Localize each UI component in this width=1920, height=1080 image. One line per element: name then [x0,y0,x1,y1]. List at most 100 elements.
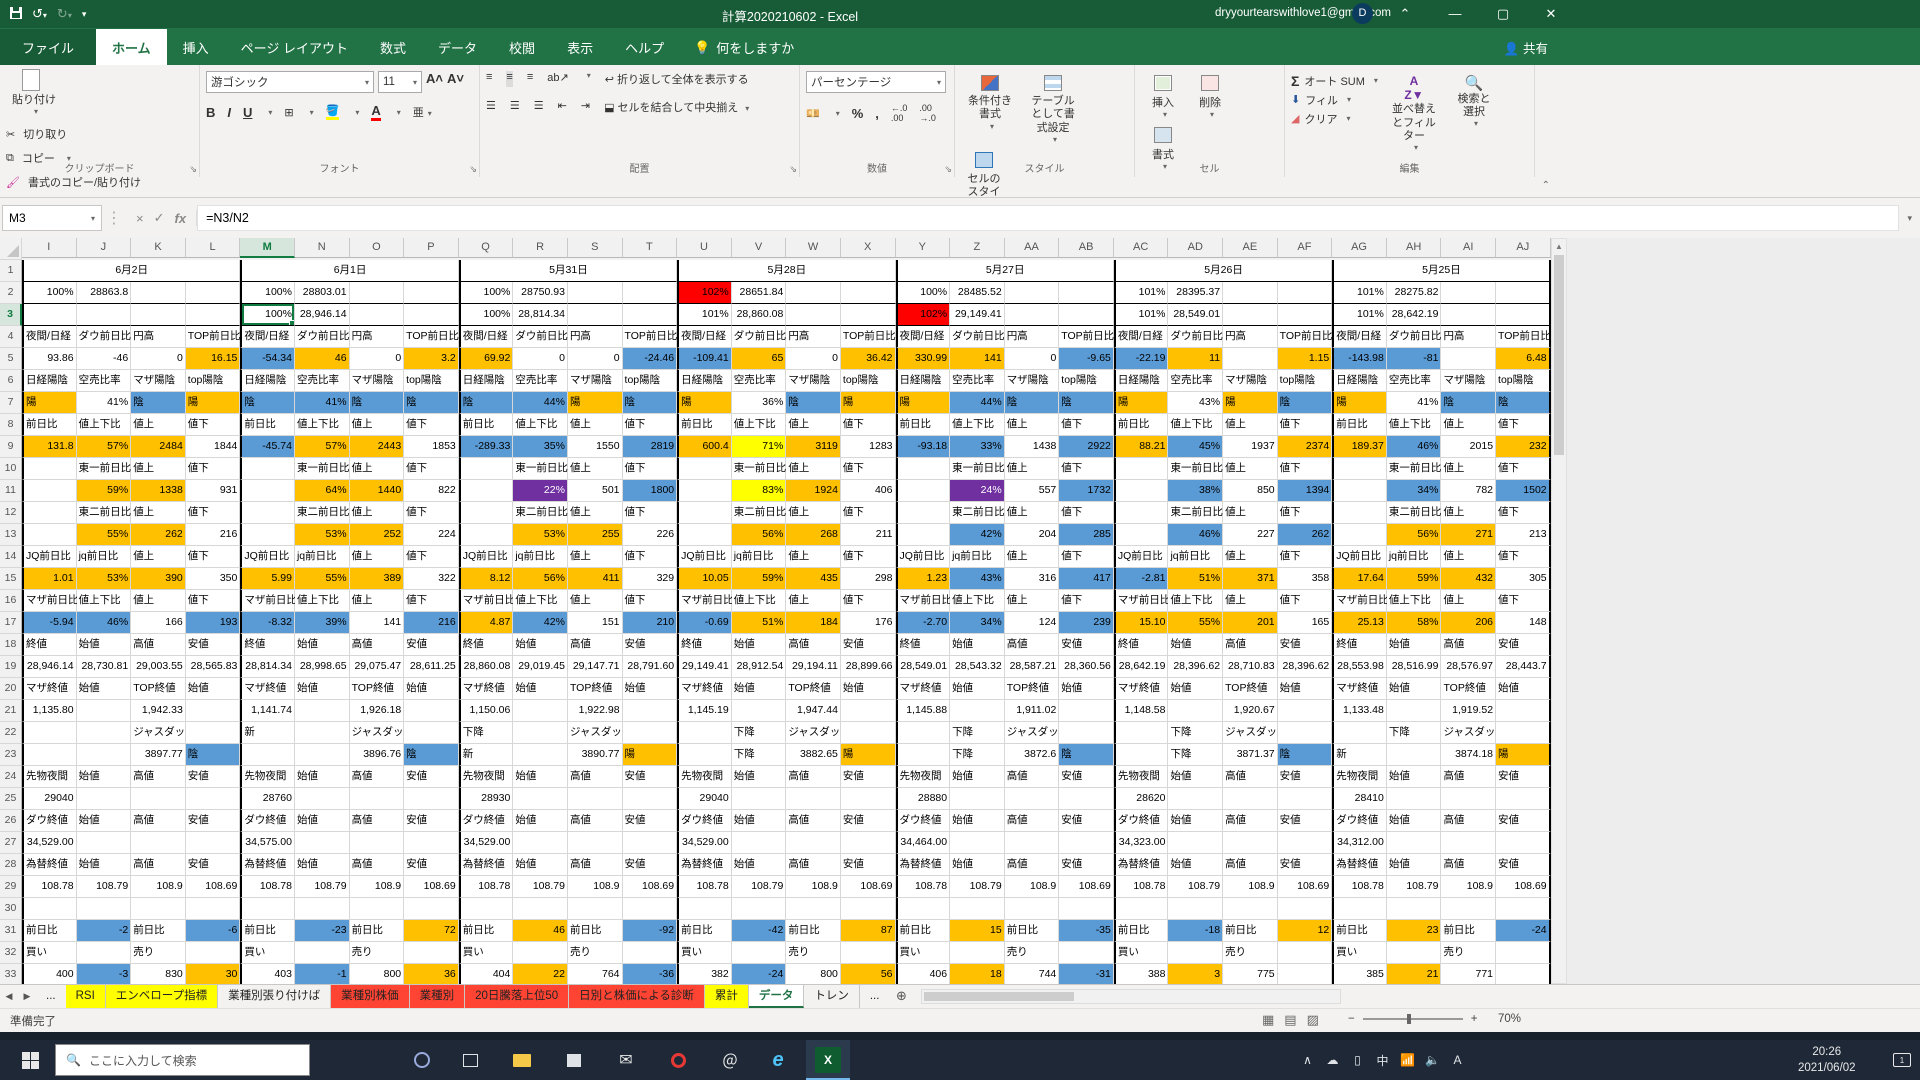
cell-X26[interactable]: 安値 [841,810,896,832]
cell-AA31[interactable]: 前日比 [1005,920,1060,942]
cell-W30[interactable] [786,898,841,920]
collapse-ribbon-icon[interactable]: ⌃ [1542,180,1550,191]
cell-AB23[interactable]: 陰 [1059,744,1114,766]
cell-AC23[interactable] [1114,744,1169,766]
cell-R7[interactable]: 44% [513,392,568,414]
cell-L28[interactable]: 安値 [186,854,241,876]
cell-U17[interactable]: -0.69 [677,612,732,634]
cell-R18[interactable]: 始値 [513,634,568,656]
cell-AD19[interactable]: 28,396.62 [1168,656,1223,678]
cell-U11[interactable] [677,480,732,502]
cell-L22[interactable] [186,722,241,744]
cell-AJ26[interactable]: 安値 [1496,810,1551,832]
underline-button[interactable]: U [243,105,252,120]
cell-N6[interactable]: 空売比率 [295,370,350,392]
cell-Z9[interactable]: 33% [950,436,1005,458]
cell-AH13[interactable]: 56% [1387,524,1442,546]
align-middle-icon[interactable]: ≡ [506,71,512,87]
cell-AE28[interactable]: 高値 [1223,854,1278,876]
cell-R6[interactable]: 空売比率 [513,370,568,392]
delete-cells-button[interactable]: 削除▾ [1188,71,1232,123]
cell-V7[interactable]: 36% [732,392,787,414]
cell-L26[interactable]: 安値 [186,810,241,832]
cell-W10[interactable]: 値上 [786,458,841,480]
cell-I3[interactable] [22,304,77,326]
zoom-slider[interactable] [1363,1018,1463,1020]
cell-J20[interactable]: 始値 [77,678,132,700]
cell-T23[interactable]: 陽 [623,744,678,766]
cell-N8[interactable]: 値上下比 [295,414,350,436]
cell-AC33[interactable]: 388 [1114,964,1169,986]
cell-O29[interactable]: 108.9 [350,876,405,898]
cell-AE20[interactable]: TOP終値 [1223,678,1278,700]
align-center-icon[interactable]: ☰ [510,99,520,115]
cell-Y27[interactable]: 34,464.00 [896,832,951,854]
cell-AF27[interactable] [1278,832,1333,854]
cell-J27[interactable] [77,832,132,854]
cell-AD24[interactable]: 始値 [1168,766,1223,788]
column-header-AJ[interactable]: AJ [1496,238,1551,258]
cortana-icon[interactable] [400,1040,444,1080]
cell-X30[interactable] [841,898,896,920]
cell-N27[interactable] [295,832,350,854]
cell-K33[interactable]: 830 [131,964,186,986]
cell-X25[interactable] [841,788,896,810]
sort-filter-button[interactable]: AZ▼ 並べ替えとフィルター▾ [1381,71,1447,157]
sheet-tab-業種別[interactable]: 業種別 [410,985,466,1008]
cell-Y21[interactable]: 1,145.88 [896,700,951,722]
normal-view-icon[interactable]: ▦ [1262,1012,1274,1028]
cell-S11[interactable]: 501 [568,480,623,502]
cell-J24[interactable]: 始値 [77,766,132,788]
cell-R8[interactable]: 値上下比 [513,414,568,436]
cell-T32[interactable] [623,942,678,964]
cell-K20[interactable]: TOP終値 [131,678,186,700]
cell-L23[interactable]: 陰 [186,744,241,766]
cell-R14[interactable]: jq前日比 [513,546,568,568]
row-header-13[interactable]: 13 [0,524,22,546]
align-right-icon[interactable]: ☰ [534,99,544,115]
cell-U10[interactable] [677,458,732,480]
row-header-1[interactable]: 1 [0,260,22,282]
cell-N7[interactable]: 41% [295,392,350,414]
cell-I4[interactable]: 夜間/日経 [22,326,77,348]
cell-Q31[interactable]: 前日比 [459,920,514,942]
cell-AC2[interactable]: 101% [1114,282,1169,304]
cell-I24[interactable]: 先物夜間 [22,766,77,788]
column-header-AB[interactable]: AB [1059,238,1114,258]
cell-I23[interactable] [22,744,77,766]
cell-S5[interactable]: 0 [568,348,623,370]
cell-Q28[interactable]: 為替終値 [459,854,514,876]
cell-K11[interactable]: 1338 [131,480,186,502]
cell-S3[interactable] [568,304,623,326]
cell-V11[interactable]: 83% [732,480,787,502]
cell-S24[interactable]: 高値 [568,766,623,788]
row-header-12[interactable]: 12 [0,502,22,524]
cell-O4[interactable]: 円高 [350,326,405,348]
cell-X22[interactable] [841,722,896,744]
cell-L13[interactable]: 216 [186,524,241,546]
cell-P6[interactable]: top陽陰 [404,370,459,392]
cell-K28[interactable]: 高値 [131,854,186,876]
cell-AE7[interactable]: 陽 [1223,392,1278,414]
cell-U22[interactable] [677,722,732,744]
cell-X9[interactable]: 1283 [841,436,896,458]
cell-AA5[interactable]: 0 [1005,348,1060,370]
cell-P24[interactable]: 安値 [404,766,459,788]
cell-P9[interactable]: 1853 [404,436,459,458]
cell-N5[interactable]: 46 [295,348,350,370]
cell-AF15[interactable]: 358 [1278,568,1333,590]
cell-AG14[interactable]: JQ前日比 [1332,546,1387,568]
zoom-level[interactable]: 70% [1498,1013,1521,1025]
cell-S28[interactable]: 高値 [568,854,623,876]
cell-AD12[interactable]: 東二前日比 [1168,502,1223,524]
cell-T20[interactable]: 始値 [623,678,678,700]
cell-S33[interactable]: 764 [568,964,623,986]
cell-AE23[interactable]: 3871.37 [1223,744,1278,766]
cell-AC16[interactable]: マザ前日比 [1114,590,1169,612]
cell-J12[interactable]: 東二前日比 [77,502,132,524]
cell-W15[interactable]: 435 [786,568,841,590]
cell-P25[interactable] [404,788,459,810]
cell-J17[interactable]: 46% [77,612,132,634]
cell-P4[interactable]: TOP前日比 [404,326,459,348]
cell-P14[interactable]: 値下 [404,546,459,568]
